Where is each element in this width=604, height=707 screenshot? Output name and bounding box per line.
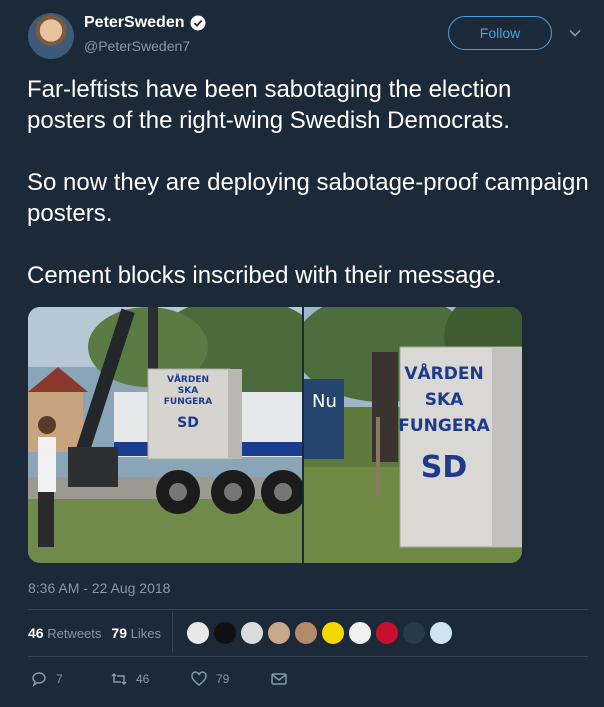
- poster-text: Nu: [312, 391, 337, 412]
- right-block-line-4: SD: [421, 450, 468, 485]
- like-icon: [191, 671, 207, 686]
- timestamp[interactable]: 8:36 AM - 22 Aug 2018: [28, 580, 170, 596]
- name-row: PeterSweden: [84, 14, 206, 32]
- avatar[interactable]: [28, 13, 74, 59]
- reply-button[interactable]: 7: [30, 670, 110, 688]
- engagement-stats: 46 Retweets 79 Likes: [28, 625, 161, 641]
- left-block-line-1: VÅRDEN: [167, 374, 209, 385]
- message-icon: [271, 673, 287, 685]
- likes-count: 79: [111, 625, 127, 641]
- retweet-button[interactable]: 46: [110, 670, 190, 688]
- retweet-count: 46: [136, 672, 150, 686]
- photo-cement-block[interactable]: Nu VÅRDEN SKA FUNGERA SD: [304, 307, 522, 563]
- like-count: 79: [216, 672, 230, 686]
- action-bar: 7 46 79: [30, 670, 288, 688]
- photo-cement-block-image: Nu VÅRDEN SKA FUNGERA SD: [304, 307, 522, 563]
- retweets-stat[interactable]: 46 Retweets: [28, 625, 101, 641]
- liker-avatar[interactable]: [267, 621, 291, 645]
- follow-button[interactable]: Follow: [448, 16, 552, 50]
- handle[interactable]: @PeterSweden7: [84, 38, 190, 54]
- right-block-line-1: VÅRDEN: [404, 361, 483, 384]
- liker-avatar[interactable]: [240, 621, 264, 645]
- liker-avatar[interactable]: [321, 621, 345, 645]
- photo-truck-crane[interactable]: VÅRDEN SKA FUNGERA SD: [28, 307, 302, 563]
- photo-truck-crane-image: VÅRDEN SKA FUNGERA SD: [28, 307, 302, 563]
- tweet-text: Far-leftists have been sabotaging the el…: [27, 76, 589, 289]
- retweets-count: 46: [28, 625, 44, 641]
- right-block-line-3: FUNGERA: [398, 416, 490, 436]
- chevron-down-icon[interactable]: [568, 26, 582, 40]
- likes-label: Likes: [130, 626, 161, 641]
- reply-count: 7: [56, 672, 63, 686]
- liker-avatar[interactable]: [402, 621, 426, 645]
- divider-bottom: [28, 656, 588, 657]
- liker-avatar[interactable]: [375, 621, 399, 645]
- liker-avatars: [186, 621, 453, 645]
- liker-avatar[interactable]: [429, 621, 453, 645]
- left-block-line-2: SKA: [178, 386, 198, 396]
- direct-message-button[interactable]: [270, 670, 288, 688]
- divider-top: [28, 609, 588, 610]
- liker-avatar[interactable]: [186, 621, 210, 645]
- stats-separator: [172, 612, 173, 652]
- right-block-line-2: SKA: [425, 390, 464, 410]
- verified-icon: [190, 15, 206, 31]
- liker-avatar[interactable]: [294, 621, 318, 645]
- retweets-label: Retweets: [47, 626, 102, 641]
- like-button[interactable]: 79: [190, 670, 270, 688]
- left-block-line-4: SD: [177, 415, 199, 431]
- likes-stat[interactable]: 79 Likes: [111, 625, 161, 641]
- retweet-icon: [111, 672, 127, 686]
- left-block-line-3: FUNGERA: [164, 397, 212, 407]
- display-name[interactable]: PeterSweden: [84, 14, 184, 32]
- liker-avatar[interactable]: [348, 621, 372, 645]
- reply-icon: [32, 672, 46, 687]
- liker-avatar[interactable]: [213, 621, 237, 645]
